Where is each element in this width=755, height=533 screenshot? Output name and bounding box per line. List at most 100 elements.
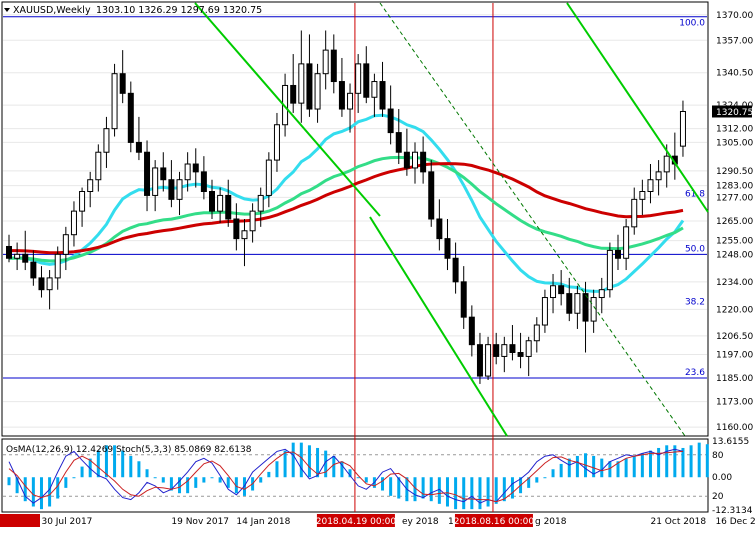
osma-bar — [689, 445, 693, 478]
candle-body — [371, 81, 378, 98]
fib-level-label: 38.2 — [685, 297, 705, 307]
osma-bar — [283, 450, 287, 478]
candle-body — [217, 194, 224, 212]
osma-bar — [575, 455, 579, 478]
indicator-tick-label: 13.6155 — [712, 437, 749, 447]
candle-body — [525, 340, 532, 357]
candle-body — [420, 151, 427, 173]
y-tick-label: 1265.00 — [716, 217, 753, 227]
osma-bar — [478, 477, 482, 510]
y-tick-label: 1160.00 — [716, 423, 753, 433]
candle-body — [639, 191, 646, 200]
y-tick-label: 1220.00 — [716, 305, 753, 315]
osma-bar — [194, 477, 198, 488]
candle-body — [485, 344, 492, 377]
candle-body — [468, 316, 475, 346]
osma-bar — [72, 477, 76, 479]
x-tick-label: 30 Jul 2017 — [41, 517, 92, 527]
candle-body — [79, 191, 86, 212]
candle-body — [412, 151, 418, 169]
candle-body — [168, 179, 175, 200]
fib-level-label: 23.6 — [685, 368, 705, 378]
highlighted-date-label: 2018.08.16 00:00 — [454, 517, 535, 527]
candle-body — [403, 151, 410, 169]
candle-body — [647, 179, 654, 193]
osma-bar — [705, 444, 709, 478]
x-tick-label: 19 Nov 2017 — [171, 517, 229, 527]
osma-bar — [332, 455, 336, 478]
candle-body — [95, 151, 102, 181]
ohlc-label: 1303.10 1326.29 1297.69 1320.75 — [96, 5, 262, 16]
osma-bar — [364, 477, 368, 483]
candle-body — [265, 159, 272, 196]
y-tick-label: 1206.50 — [716, 332, 753, 342]
candle-body — [46, 277, 53, 291]
x-tick-label-partial: g 2018 — [535, 517, 567, 527]
osma-bar — [291, 442, 295, 478]
candle-body — [249, 210, 256, 232]
y-tick-label: 1312.00 — [716, 125, 753, 135]
candle-body — [330, 49, 337, 83]
candle-body — [22, 253, 29, 263]
candle-body — [533, 324, 540, 342]
candle-body — [679, 110, 686, 147]
indicator-label: OsMA(12,26,9) 12.4269 Stoch(5,3,3) 85.08… — [6, 445, 252, 455]
candle-body — [444, 238, 451, 259]
candle-body — [452, 257, 459, 283]
osma-bar — [64, 477, 68, 488]
osma-bar — [681, 447, 685, 478]
osma-bar — [486, 477, 490, 507]
candle-body — [306, 63, 313, 110]
candle-body — [623, 226, 630, 259]
candle-body — [347, 92, 354, 110]
osma-bar — [535, 477, 539, 483]
current-price-label: 1320.75 — [716, 108, 753, 118]
y-tick-label: 1340.50 — [716, 69, 753, 79]
osma-bar — [80, 466, 84, 478]
osma-bar — [129, 455, 133, 478]
y-tick-label: 1234.00 — [716, 278, 753, 288]
osma-bar — [543, 477, 547, 479]
candle-body — [54, 253, 61, 279]
candle-body — [338, 81, 345, 110]
osma-bar — [161, 477, 165, 483]
osma-bar — [153, 477, 157, 479]
candle-body — [355, 63, 362, 94]
indicator-tick-label: 0.00 — [712, 473, 732, 483]
osma-bar — [389, 477, 393, 496]
osma-bar — [624, 458, 628, 478]
candle-body — [233, 218, 240, 240]
y-tick-label: 1173.00 — [716, 398, 753, 408]
osma-bar — [39, 477, 43, 510]
osma-bar — [462, 477, 466, 510]
osma-bar — [567, 458, 571, 478]
candle-body — [550, 285, 557, 299]
osma-bar — [454, 477, 458, 510]
highlighted-date-box — [0, 514, 40, 527]
candle-body — [111, 73, 118, 130]
candle-body — [14, 253, 21, 259]
candle-body — [615, 249, 621, 259]
osma-bar — [665, 445, 669, 478]
osma-bar — [48, 477, 52, 507]
candle-body — [558, 285, 565, 295]
indicator-tick-label: -12.3134 — [712, 506, 753, 516]
osma-bar — [202, 477, 206, 483]
candle-body — [631, 198, 638, 228]
fib-level-label: 100.0 — [679, 19, 705, 29]
candle-body — [574, 293, 581, 314]
candle-body — [135, 141, 142, 153]
candle-body — [598, 289, 605, 299]
candle-body — [103, 128, 110, 153]
candle-body — [225, 194, 232, 220]
candle-body — [379, 81, 386, 110]
y-tick-label: 1305.00 — [716, 138, 753, 148]
header: XAUUSD,Weekly 1303.10 1326.29 1297.69 13… — [4, 5, 262, 16]
osma-bar — [445, 477, 449, 507]
candle-body — [257, 194, 264, 212]
x-tick-label-partial: ey 2018 — [402, 517, 439, 527]
candle-body — [493, 344, 500, 357]
candle-body — [241, 230, 248, 240]
y-tick-label: 1255.00 — [716, 237, 753, 247]
candle-body — [322, 49, 329, 75]
